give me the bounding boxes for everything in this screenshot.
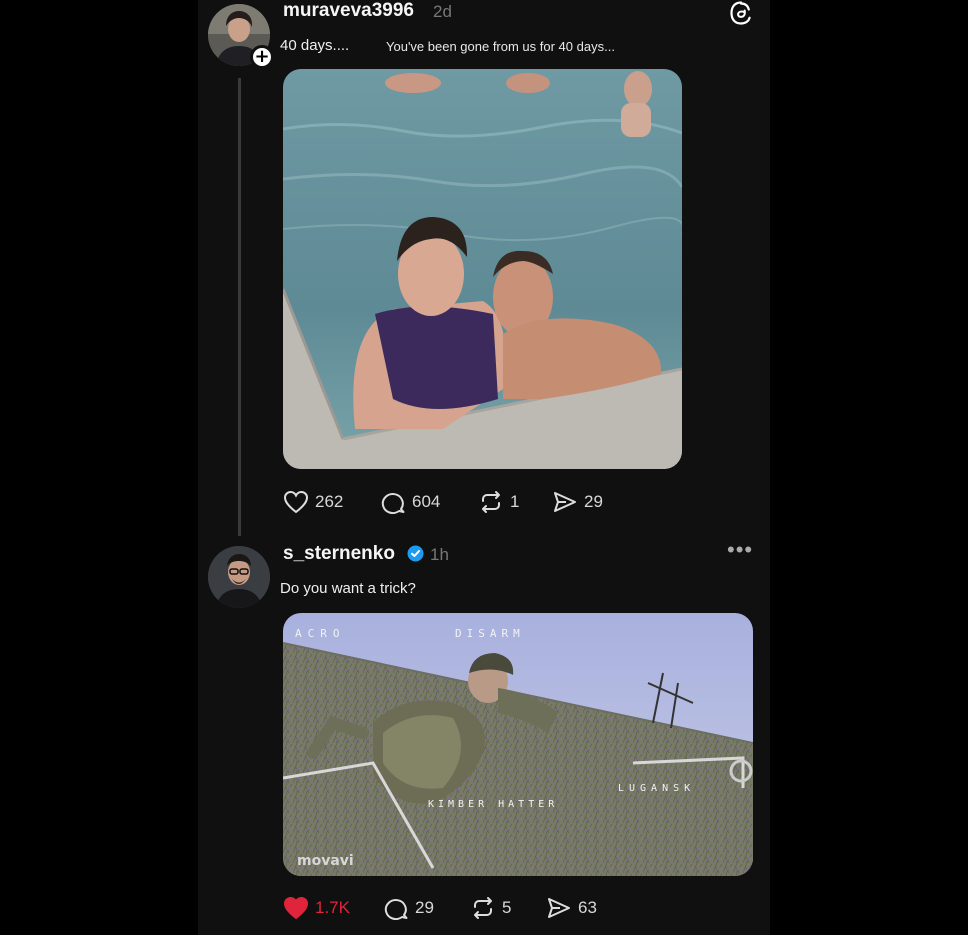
- post-text-secondary: You've been gone from us for 40 days...: [386, 39, 615, 54]
- follow-plus-button[interactable]: +: [250, 45, 274, 69]
- repost-icon: [482, 491, 500, 513]
- post-username[interactable]: muraveva3996: [283, 0, 414, 22]
- comment-icon: [384, 899, 408, 920]
- avatar[interactable]: [208, 546, 270, 608]
- repost-button[interactable]: 1: [478, 490, 519, 514]
- more-options-button[interactable]: •••: [727, 539, 753, 563]
- comment-count: 604: [412, 492, 441, 511]
- comment-button[interactable]: 29: [383, 896, 434, 920]
- send-icon: [548, 898, 570, 918]
- post-image[interactable]: [283, 69, 682, 469]
- post-text: Do you want a trick?: [280, 580, 416, 597]
- repost-button[interactable]: 5: [470, 896, 511, 920]
- post-time: 2d: [433, 2, 452, 21]
- osd-location-text: LUGANSK: [618, 783, 695, 794]
- repost-count: 5: [502, 898, 512, 917]
- repost-icon: [474, 897, 492, 919]
- thread-connector-line: [238, 78, 241, 536]
- share-button[interactable]: 29: [552, 490, 603, 514]
- osd-arm-text: DISARM: [455, 627, 525, 640]
- osd-callsign-text: KIMBER HATTER: [428, 799, 558, 810]
- share-count: 63: [578, 898, 597, 917]
- post-video[interactable]: ACRO DISARM LUGANSK KIMBER HATTER movavi: [283, 613, 753, 876]
- heart-icon: [283, 490, 309, 514]
- post-time: 1h: [430, 545, 449, 564]
- like-count: 1.7K: [315, 898, 350, 917]
- post-username[interactable]: s_sternenko: [283, 543, 395, 565]
- like-button[interactable]: 262: [283, 490, 343, 514]
- heart-filled-icon: [283, 896, 309, 920]
- like-count: 262: [315, 492, 344, 511]
- share-button[interactable]: 63: [546, 896, 597, 920]
- like-button[interactable]: 1.7K: [283, 896, 350, 920]
- threads-logo-icon[interactable]: [728, 0, 754, 26]
- osd-mode-text: ACRO: [295, 627, 346, 640]
- repost-count: 1: [510, 492, 520, 511]
- comment-button[interactable]: 604: [380, 490, 440, 514]
- send-icon: [554, 492, 576, 512]
- verified-badge-icon: [407, 545, 424, 562]
- share-count: 29: [584, 492, 603, 511]
- post-text: 40 days....: [280, 37, 350, 54]
- comment-count: 29: [415, 898, 434, 917]
- movavi-watermark: movavi: [297, 853, 354, 869]
- comment-icon: [381, 493, 405, 514]
